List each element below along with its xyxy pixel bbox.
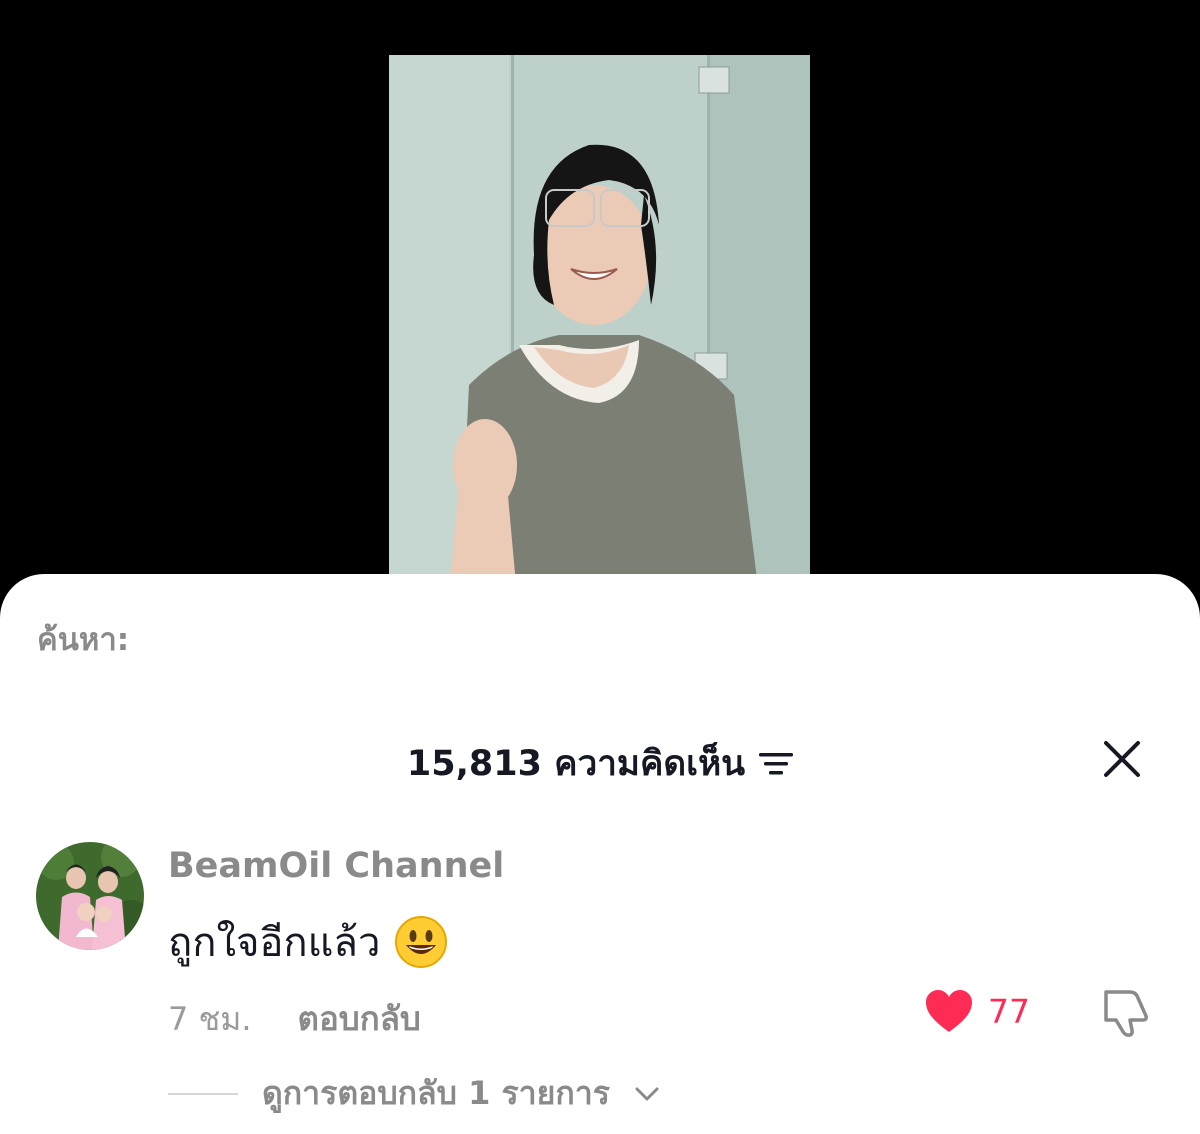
like-count: 77 bbox=[988, 991, 1030, 1031]
video-frame-image bbox=[389, 55, 810, 595]
view-replies-toggle[interactable]: ดูการตอบกลับ 1 รายการ bbox=[168, 1068, 660, 1119]
reply-button[interactable]: ตอบกลับ bbox=[298, 992, 421, 1045]
video-player[interactable] bbox=[389, 55, 810, 595]
like-button[interactable]: 77 bbox=[924, 988, 1030, 1034]
comment-text-content: ถูกใจอีกแล้ว bbox=[168, 920, 381, 966]
screen: ค้นหา: 15,813 ความคิดเห็น BeamOil Channe… bbox=[0, 0, 1200, 1134]
comment-username[interactable]: BeamOil Channel bbox=[168, 846, 504, 886]
view-replies-label: ดูการตอบกลับ 1 รายการ bbox=[262, 1074, 610, 1112]
avatar[interactable] bbox=[36, 842, 144, 950]
chevron-down-icon bbox=[635, 1087, 659, 1100]
filter-lines-icon[interactable] bbox=[759, 750, 794, 778]
avatar-image bbox=[36, 842, 144, 950]
comment-time: 7 ชม. bbox=[168, 1000, 252, 1038]
comment-meta: 7 ชม. ตอบกลับ bbox=[168, 992, 421, 1045]
comments-sheet: ค้นหา: 15,813 ความคิดเห็น BeamOil Channe… bbox=[0, 574, 1200, 1134]
comment-text: ถูกใจอีกแล้ว bbox=[168, 910, 448, 974]
smiling-face-emoji-icon bbox=[395, 916, 448, 968]
comment-count-title: 15,813 ความคิดเห็น bbox=[406, 744, 746, 784]
heart-icon bbox=[926, 990, 972, 1032]
comment-item: BeamOil Channel ถูกใจอีกแล้ว 7 ชม. ตอบกล… bbox=[36, 842, 1166, 1122]
comments-header: 15,813 ความคิดเห็น bbox=[0, 736, 1200, 791]
replies-divider bbox=[168, 1092, 238, 1095]
thumbs-down-icon[interactable] bbox=[1100, 986, 1152, 1038]
close-icon[interactable] bbox=[1102, 739, 1142, 779]
search-label[interactable]: ค้นหา: bbox=[37, 614, 129, 664]
